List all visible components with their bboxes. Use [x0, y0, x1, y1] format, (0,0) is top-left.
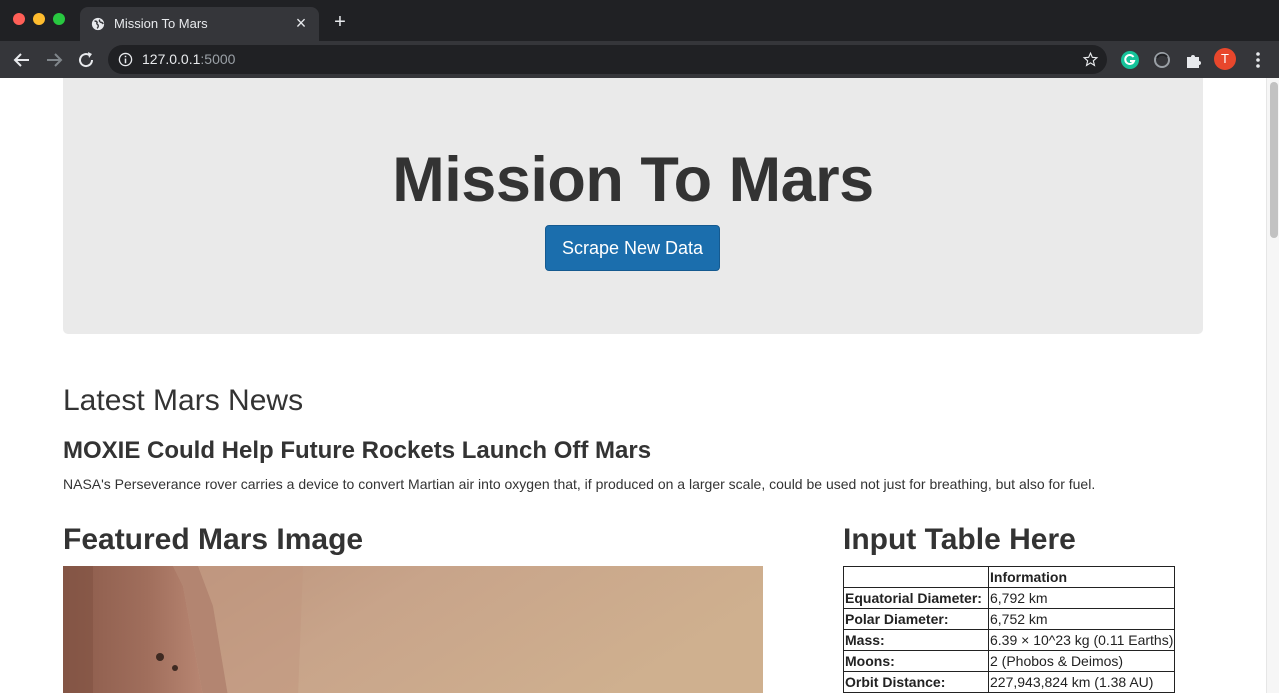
table-row-label: Polar Diameter:	[843, 608, 989, 630]
forward-arrow-icon[interactable]	[42, 48, 66, 72]
tab-close-icon[interactable]: ×	[291, 13, 311, 33]
table-row-label: Mass:	[843, 629, 989, 651]
table-row: Equatorial Diameter: 6,792 km	[843, 587, 1176, 609]
extensions-puzzle-icon[interactable]	[1183, 49, 1205, 71]
table-row: Polar Diameter: 6,752 km	[843, 608, 1176, 630]
maximize-window-button[interactable]	[53, 13, 65, 25]
jumbotron: Mission To Mars Scrape New Data	[63, 78, 1203, 334]
browser-toolbar: 127.0.0.1:5000 T	[0, 41, 1279, 78]
tab-title: Mission To Mars	[114, 16, 208, 31]
table-row-label: Equatorial Diameter:	[843, 587, 989, 609]
url-port: :5000	[200, 51, 236, 67]
reload-icon[interactable]	[74, 48, 98, 72]
featured-mars-image	[63, 566, 763, 693]
mars-facts-table: Information Equatorial Diameter: 6,792 k…	[843, 566, 1176, 693]
table-row-value: 6,792 km	[987, 587, 1176, 609]
page-viewport: Mission To Mars Scrape New Data Latest M…	[0, 78, 1279, 693]
table-header-cell	[843, 566, 989, 588]
table-row-value: 227,943,824 km (1.38 AU)	[987, 671, 1176, 693]
page-scrollbar[interactable]	[1266, 78, 1279, 693]
table-row-label: Orbit Distance:	[843, 671, 989, 693]
table-row: Moons: 2 (Phobos & Deimos)	[843, 650, 1176, 672]
new-tab-button[interactable]: +	[330, 12, 350, 32]
back-arrow-icon[interactable]	[10, 48, 34, 72]
page-title: Mission To Mars	[392, 145, 874, 215]
tab-strip: Mission To Mars × +	[0, 0, 1279, 41]
scrollbar-thumb[interactable]	[1270, 82, 1278, 238]
facts-table-heading: Input Table Here	[843, 523, 1076, 556]
latest-news-heading: Latest Mars News	[63, 384, 304, 417]
table-row: Orbit Distance: 227,943,824 km (1.38 AU)	[843, 671, 1176, 693]
bookmark-star-icon[interactable]	[1082, 51, 1099, 68]
news-paragraph: NASA's Perseverance rover carries a devi…	[63, 476, 1096, 492]
table-row-value: 6.39 × 10^23 kg (0.11 Earths)	[987, 629, 1176, 651]
globe-icon	[91, 17, 105, 31]
table-row-value: 2 (Phobos & Deimos)	[987, 650, 1176, 672]
info-icon[interactable]	[118, 52, 133, 67]
featured-image-heading: Featured Mars Image	[63, 523, 364, 556]
more-menu-icon[interactable]	[1250, 49, 1266, 71]
scrape-new-data-button[interactable]: Scrape New Data	[545, 225, 720, 271]
table-row: Mass: 6.39 × 10^23 kg (0.11 Earths)	[843, 629, 1176, 651]
minimize-window-button[interactable]	[33, 13, 45, 25]
table-header-cell: Information	[987, 566, 1176, 588]
table-header-row: Information	[843, 566, 1176, 588]
news-title: MOXIE Could Help Future Rockets Launch O…	[63, 437, 652, 464]
table-row-value: 6,752 km	[987, 608, 1176, 630]
browser-tab[interactable]: Mission To Mars ×	[80, 7, 319, 41]
address-bar[interactable]: 127.0.0.1:5000	[108, 45, 1107, 74]
url-host: 127.0.0.1	[142, 51, 201, 67]
table-row-label: Moons:	[843, 650, 989, 672]
grammarly-extension-icon[interactable]	[1119, 49, 1141, 71]
profile-avatar[interactable]: T	[1214, 48, 1236, 70]
url-text: 127.0.0.1:5000	[142, 51, 235, 67]
close-window-button[interactable]	[13, 13, 25, 25]
sync-extension-icon[interactable]	[1151, 49, 1173, 71]
